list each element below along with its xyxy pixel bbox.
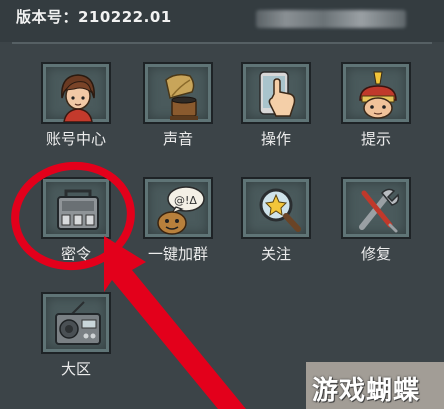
follow-label: 关注 [260,245,291,263]
settings-menu-grid: 账号中心 声音 操作 提示 密令 @!Δ 一键加群 关注 修复 大区 [0,0,444,409]
server-region-button[interactable] [41,292,111,354]
chat-bubble-icon: @!Δ [157,186,205,235]
magnifier-icon [259,188,301,232]
radio-icon [55,301,101,345]
account-center-label: 账号中心 [45,130,106,148]
join-group-label: 一键加群 [147,245,208,263]
server-region-label: 大区 [60,360,91,378]
repair-button[interactable] [341,177,411,239]
hints-label: 提示 [360,130,391,148]
hint-character-icon [359,71,397,119]
hints-button[interactable] [341,62,411,124]
touch-hand-icon [259,71,296,117]
watermark-text: 游戏蝴蝶 [312,376,421,406]
follow-button[interactable] [241,177,311,239]
join-group-button[interactable]: @!Δ [143,177,213,239]
sound-label: 声音 [162,130,193,148]
svg-text:@!Δ: @!Δ [174,194,197,207]
secret-code-label: 密令 [60,245,91,263]
wrench-screwdriver-icon [359,188,400,233]
repair-label: 修复 [360,245,391,263]
code-device-icon [57,189,99,230]
secret-code-button[interactable] [41,177,111,239]
sound-button[interactable] [143,62,213,124]
avatar-icon [61,74,95,122]
account-center-button[interactable] [41,62,111,124]
controls-label: 操作 [260,130,291,148]
gramophone-icon [165,73,198,120]
controls-button[interactable] [241,62,311,124]
